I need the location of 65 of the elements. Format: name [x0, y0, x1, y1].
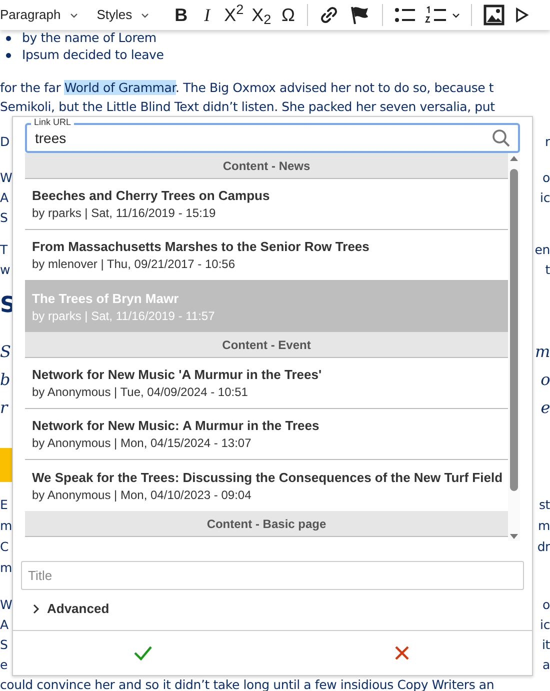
text-fragment: m — [0, 559, 12, 578]
bullet-icon — [6, 36, 11, 40]
text-fragment: o — [540, 369, 550, 391]
text-fragment: A — [0, 616, 8, 634]
text-fragment: T — [0, 240, 8, 259]
text-fragment: A — [0, 188, 8, 207]
field-label: Link URL — [31, 117, 74, 127]
caret-icon — [451, 10, 462, 20]
text-fragment: S — [0, 341, 11, 363]
text-fragment: W — [0, 168, 12, 187]
search-icon — [492, 129, 510, 147]
text-fragment: b — [0, 369, 10, 391]
text-fragment: W — [0, 596, 12, 614]
format-dropdown[interactable]: Styles — [96, 0, 168, 30]
check-icon — [132, 645, 153, 661]
format-dropdown[interactable]: Paragraph — [0, 0, 97, 30]
text-fragment: e — [0, 656, 8, 674]
text-fragment: ic — [540, 616, 550, 634]
text-fragment: o — [542, 596, 550, 614]
close-icon — [394, 645, 410, 661]
text-fragment: en — [534, 240, 550, 259]
text-fragment: S — [0, 636, 8, 654]
caret-icon — [68, 10, 79, 20]
play-icon — [515, 5, 530, 25]
text-fragment: it — [542, 636, 550, 654]
text-fragment: r — [0, 397, 8, 419]
text-fragment: w — [0, 260, 10, 279]
bulleted-list-icon — [394, 5, 416, 25]
text-fragment: e — [540, 397, 550, 419]
format-button[interactable]: X$_{2}$ — [248, 0, 276, 30]
text-fragment: m — [538, 517, 550, 536]
text-fragment: dr — [537, 538, 550, 556]
caret-icon — [140, 10, 150, 20]
text-fragment: r — [545, 132, 550, 151]
text-fragment: a — [542, 656, 550, 674]
format-button[interactable]: I — [194, 0, 220, 30]
title-field[interactable]: Title — [21, 561, 524, 590]
paragraph-text: for the far World of Grammar. The Big Oxmox advised her not to do so, because t — [0, 78, 494, 97]
link-icon — [319, 5, 340, 25]
text-fragment: st — [538, 496, 550, 514]
text-fragment: m — [535, 341, 550, 363]
list-item: by the name of Lorem — [22, 30, 156, 46]
format-button[interactable]: B — [168, 0, 194, 30]
field-value: trees — [35, 128, 68, 148]
text-fragment: t — [545, 260, 550, 279]
numbered-list-icon — [425, 5, 448, 25]
text-fragment: m — [0, 517, 12, 536]
text-fragment: S — [0, 208, 8, 227]
list-item: Ipsum decided to leave — [22, 46, 164, 64]
paragraph-text: Semikoli, but the Little Blind Text didn’t listen. She packed her seven versalia, put — [0, 98, 495, 116]
format-button[interactable]: Ω — [275, 0, 302, 30]
text-fragment: E — [0, 496, 8, 514]
caret-icon — [31, 604, 41, 614]
group-heading: Content - Basic page — [25, 511, 508, 537]
advanced-toggle[interactable]: Advanced — [31, 600, 514, 618]
text-fragment: ic — [540, 188, 550, 207]
bullet-icon — [6, 52, 11, 58]
group-heading: Content - Event — [25, 332, 508, 358]
group-heading: Content - News — [25, 153, 508, 179]
text-fragment: C — [0, 538, 9, 556]
image-icon — [483, 4, 506, 26]
text-fragment: o — [542, 168, 550, 187]
format-button[interactable]: X$^{2}$ — [220, 0, 248, 30]
paragraph-text: could convince her and so it didn’t take long until a few insidious Copy Writers an — [0, 676, 494, 691]
text-fragment: D — [0, 132, 10, 151]
